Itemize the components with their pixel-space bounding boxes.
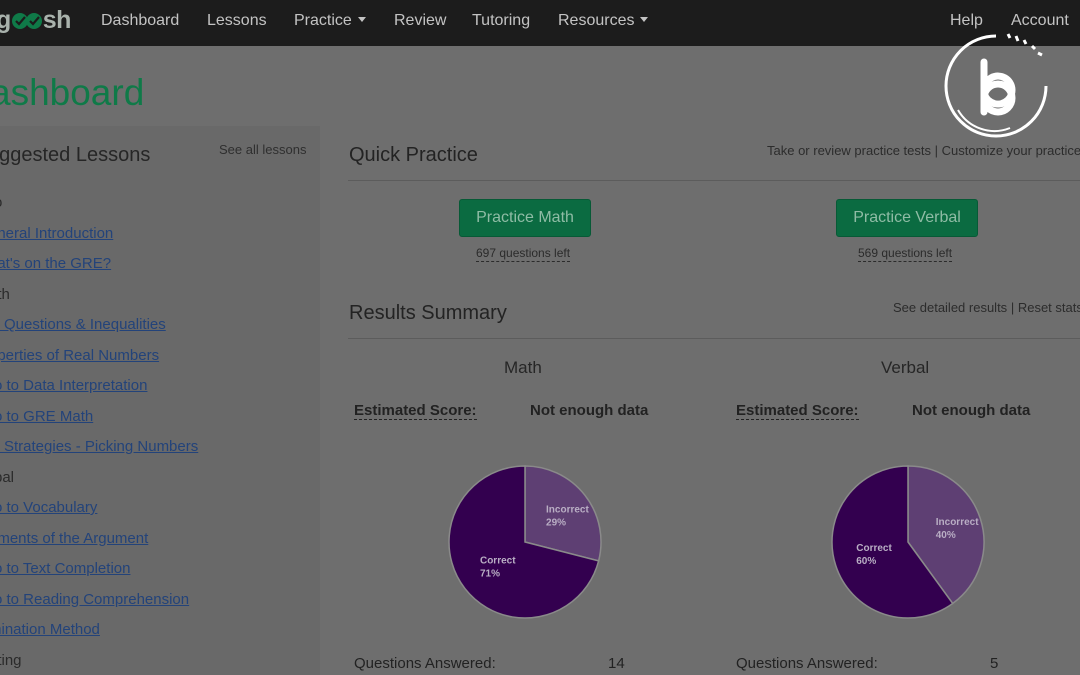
section-divider (348, 338, 1080, 339)
double-check-icon (11, 13, 42, 29)
lesson-link[interactable]: ements of the Argument (0, 530, 148, 547)
lesson-link[interactable]: ro to Reading Comprehension (0, 591, 189, 608)
logo-text-suffix: sh (42, 6, 72, 34)
brand-logo[interactable]: g sh (0, 6, 71, 35)
see-all-lessons-link[interactable]: See all lessons (219, 142, 306, 157)
lesson-link[interactable]: mination Method (0, 621, 100, 638)
quick-practice-title: Quick Practice (349, 144, 478, 166)
nav-practice-label: Practice (294, 12, 352, 29)
math-questions-answered-label: Questions Answered: (354, 655, 496, 672)
verbal-questions-left: 569 questions left (858, 246, 953, 262)
suggested-lessons-sidebar: uggested Lessons See all lessons ro enera… (0, 126, 320, 675)
math-questions-left: 697 questions left (476, 246, 571, 262)
nav-practice[interactable]: Practice (294, 12, 366, 30)
lesson-link[interactable]: ro to Data Interpretation (0, 377, 147, 394)
math-pie-label-correct: Correct (480, 556, 516, 567)
caret-down-icon (357, 17, 366, 22)
verbal-results-title: Verbal (881, 358, 930, 377)
sidebar-heading: uggested Lessons (0, 144, 151, 166)
lesson-link[interactable]: ro to Text Completion (0, 560, 130, 577)
lesson-category: ro (0, 194, 2, 211)
verbal-questions-answered-label: Questions Answered: (736, 655, 878, 672)
verbal-estimated-score-value: Not enough data (912, 402, 1031, 419)
lesson-category: rbal (0, 468, 15, 486)
lesson-category: riting (0, 651, 22, 669)
practice-math-button[interactable]: Practice Math (459, 199, 591, 237)
page-title: ashboard (0, 72, 145, 113)
logo-text-prefix: g (0, 6, 11, 34)
lesson-link[interactable]: operties of Real Numbers (0, 347, 159, 364)
verbal-results-pie-chart: Incorrect 40% Correct 60% (831, 465, 985, 619)
nav-tutoring[interactable]: Tutoring (472, 12, 530, 30)
caret-down-icon (640, 17, 649, 22)
link-separator: | (1010, 300, 1015, 315)
reset-stats-link[interactable]: Reset stats (1018, 300, 1080, 315)
nav-resources[interactable]: Resources (558, 12, 649, 30)
results-summary-title: Results Summary (349, 302, 507, 324)
top-navbar: g sh Dashboard Lessons Practice Review T… (0, 0, 1080, 46)
verbal-estimated-score-label[interactable]: Estimated Score: (736, 402, 859, 420)
math-pie-label-incorrect: Incorrect (546, 504, 589, 515)
verbal-pie-label-correct: Correct (856, 543, 892, 554)
detailed-results-link[interactable]: See detailed results (893, 300, 1007, 315)
verbal-questions-answered-value: 5 (990, 655, 999, 672)
take-review-tests-link[interactable]: Take or review practice tests (767, 143, 931, 158)
lesson-link[interactable]: C Questions & Inequalities (0, 316, 166, 333)
nav-review[interactable]: Review (394, 12, 446, 30)
lesson-link[interactable]: C Strategies - Picking Numbers (0, 438, 198, 455)
verbal-pie-percent-correct: 60% (856, 556, 876, 567)
verbal-pie-label-incorrect: Incorrect (936, 517, 979, 528)
math-results-title: Math (504, 358, 542, 377)
results-links: See detailed results | Reset stats (893, 300, 1080, 315)
math-results-pie-chart: Incorrect 29% Correct 71% (448, 465, 602, 619)
math-pie-percent-correct: 71% (480, 569, 500, 580)
nav-dashboard[interactable]: Dashboard (101, 12, 179, 30)
lesson-link[interactable]: ro to GRE Math (0, 408, 93, 425)
verbal-pie-percent-incorrect: 40% (936, 530, 956, 541)
practice-verbal-button[interactable]: Practice Verbal (836, 199, 978, 237)
lesson-link[interactable]: hat's on the GRE? (0, 255, 111, 272)
lesson-link[interactable]: eneral Introduction (0, 225, 113, 242)
nav-resources-label: Resources (558, 12, 635, 29)
lesson-link[interactable]: ro to Vocabulary (0, 499, 97, 516)
math-estimated-score-label[interactable]: Estimated Score: (354, 402, 477, 420)
brand-b-watermark-icon (944, 33, 1048, 138)
nav-lessons[interactable]: Lessons (207, 12, 267, 30)
quick-practice-links: Take or review practice tests | Customiz… (767, 143, 1080, 158)
math-pie-percent-incorrect: 29% (546, 517, 566, 528)
link-separator: | (934, 143, 939, 158)
section-divider (348, 180, 1080, 181)
customize-practice-link[interactable]: Customize your practice (942, 143, 1080, 158)
lesson-category: ath (0, 285, 10, 303)
math-estimated-score-value: Not enough data (530, 402, 649, 419)
math-questions-answered-value: 14 (608, 655, 625, 672)
